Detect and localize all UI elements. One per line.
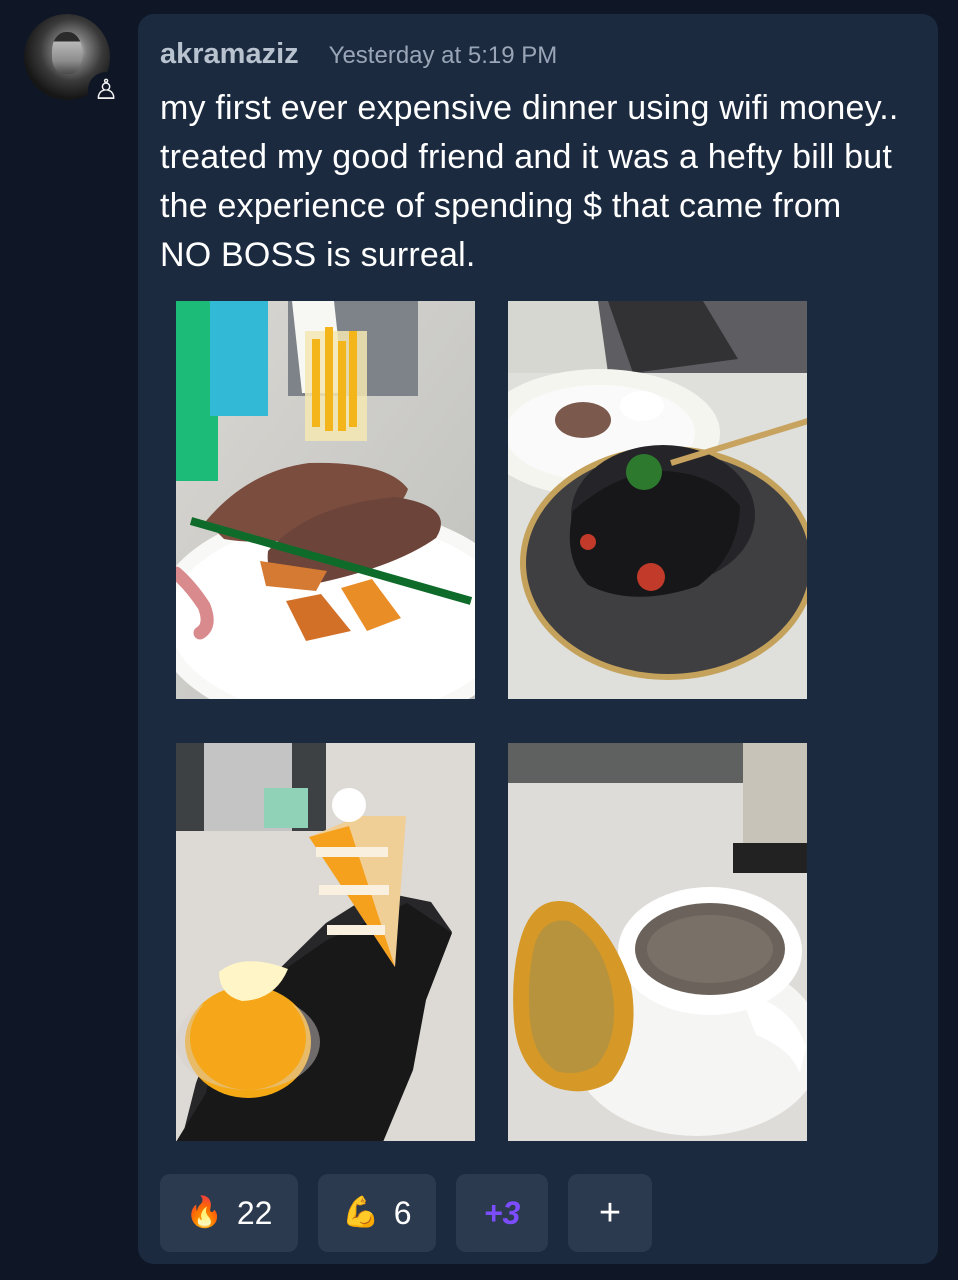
fire-count: 22 (236, 1194, 273, 1231)
black-pasta-image (508, 301, 807, 699)
plus-icon: + (598, 1192, 622, 1234)
flexed-biceps-icon: 💪 (342, 1196, 380, 1229)
message-text: my first ever expensive dinner using wif… (160, 89, 899, 274)
more-reactions-button[interactable]: +3 (456, 1174, 548, 1252)
steak-plate-image (176, 301, 475, 699)
strong-reaction-button[interactable]: 💪 6 (318, 1174, 436, 1252)
food-photo-soup[interactable] (508, 743, 807, 1141)
chess-pawn-icon: ♙ (88, 72, 124, 108)
timestamp: Yesterday at 5:19 PM (328, 42, 558, 69)
message-header: akramaziz Yesterday at 5:19 PM (160, 38, 557, 71)
fire-reaction-button[interactable]: 🔥 22 (160, 1174, 298, 1252)
message-card: akramaziz Yesterday at 5:19 PM my first … (138, 14, 938, 1264)
fire-icon: 🔥 (185, 1196, 223, 1229)
reaction-bar: 🔥 22 💪 6 +3 + (160, 1174, 652, 1252)
avatar-container[interactable]: ♙ (24, 14, 124, 114)
dessert-image (176, 743, 475, 1141)
more-reactions-label: +3 (483, 1194, 521, 1231)
soup-image (508, 743, 807, 1141)
strong-count: 6 (393, 1194, 412, 1231)
food-photo-dessert[interactable] (176, 743, 475, 1141)
food-photo-pasta[interactable] (508, 301, 807, 699)
username[interactable]: akramaziz (160, 38, 299, 71)
message-view: ♙ akramaziz Yesterday at 5:19 PM my firs… (0, 0, 958, 1280)
add-reaction-button[interactable]: + (568, 1174, 652, 1252)
food-photo-steak[interactable] (176, 301, 475, 699)
